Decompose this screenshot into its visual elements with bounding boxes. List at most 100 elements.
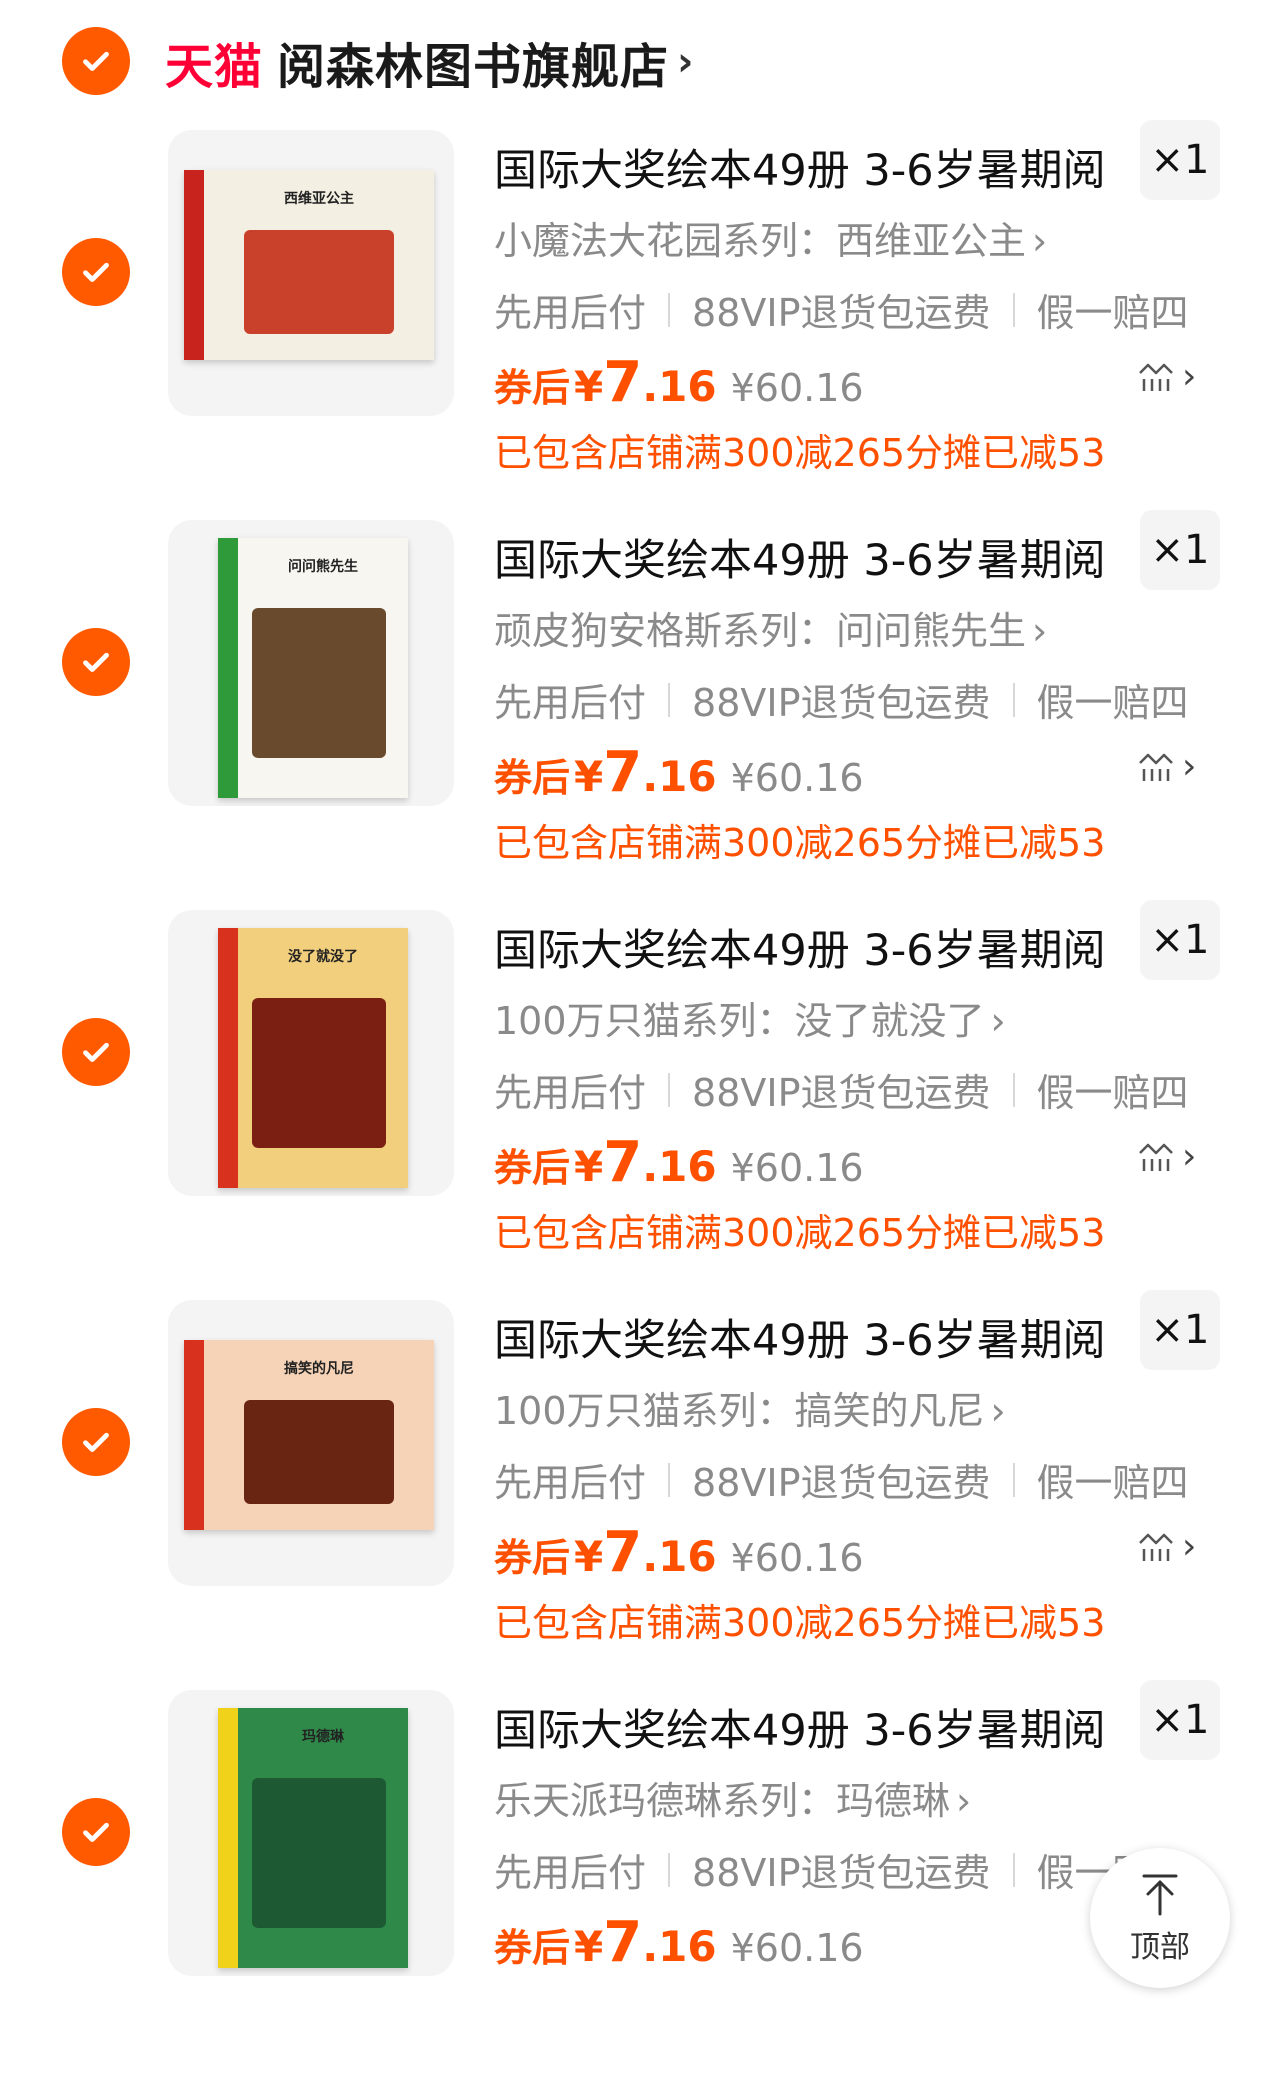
product-title[interactable]: 国际大奖绘本49册 3-6岁暑期阅 xyxy=(494,136,1106,198)
price-detail-button[interactable]: › xyxy=(1138,1526,1196,1567)
book-cover-illustration xyxy=(252,1778,386,1928)
quantity-badge[interactable]: ×1 xyxy=(1140,1290,1220,1370)
original-price: ¥60.16 xyxy=(730,1926,864,1970)
service-tags: 先用后付 88VIP退货包运费 假一赔四 xyxy=(494,1062,1189,1117)
coupon-price-label: 券后 xyxy=(494,756,571,800)
service-tag: 先用后付 xyxy=(494,681,647,725)
item-select-checkbox[interactable] xyxy=(62,1798,130,1866)
service-tags: 先用后付 88VIP退货包运费 假一赔四 xyxy=(494,1452,1189,1507)
product-thumbnail[interactable]: 玛德琳 xyxy=(168,1690,454,1976)
book-cover-title: 玛德琳 xyxy=(302,1729,344,1745)
service-tag: 假一赔四 xyxy=(1036,1461,1189,1505)
product-thumbnail[interactable]: 西维亚公主 xyxy=(168,130,454,416)
chevron-right-icon: › xyxy=(956,1779,972,1823)
book-cover-illustration xyxy=(252,608,386,758)
shop-link[interactable]: 天猫 阅森林图书旗舰店 › xyxy=(165,30,695,95)
service-tag: 88VIP退货包运费 xyxy=(692,1071,991,1115)
variant-label: 乐天派玛德琳系列：玛德琳 xyxy=(494,1779,951,1823)
quantity-badge[interactable]: ×1 xyxy=(1140,900,1220,980)
price-history-icon xyxy=(1139,1143,1173,1171)
divider xyxy=(1012,1072,1015,1107)
arrow-up-icon xyxy=(1142,1874,1178,1916)
price-integer: 7 xyxy=(603,740,643,805)
currency-symbol: ¥ xyxy=(574,1142,604,1191)
divider xyxy=(1012,682,1015,717)
promo-discount-text: 已包含店铺满300减265分摊已减53 xyxy=(494,821,1106,865)
coupon-price-label: 券后 xyxy=(494,366,571,410)
price-row: 券后 ¥ 7 .16 ¥60.16 xyxy=(494,1520,864,1590)
shop-name: 阅森林图书旗舰店 xyxy=(277,39,670,95)
price-integer: 7 xyxy=(603,350,643,415)
currency-symbol: ¥ xyxy=(574,752,604,801)
price-row: 券后 ¥ 7 .16 ¥60.16 xyxy=(494,1130,864,1200)
book-cover-title: 西维亚公主 xyxy=(284,191,354,207)
book-spine xyxy=(184,1340,204,1530)
service-tag: 先用后付 xyxy=(494,1851,647,1895)
service-tag: 先用后付 xyxy=(494,291,647,335)
service-tag: 88VIP退货包运费 xyxy=(692,681,991,725)
variant-label: 100万只猫系列：搞笑的凡尼 xyxy=(494,1389,985,1433)
product-thumbnail[interactable]: 没了就没了 xyxy=(168,910,454,1196)
price-decimal: .16 xyxy=(642,362,717,411)
service-tag: 88VIP退货包运费 xyxy=(692,1461,991,1505)
original-price: ¥60.16 xyxy=(730,1536,864,1580)
price-row: 券后 ¥ 7 .16 ¥60.16 xyxy=(494,740,864,810)
book-cover-image: 搞笑的凡尼 xyxy=(184,1340,434,1530)
quantity-badge[interactable]: ×1 xyxy=(1140,120,1220,200)
service-tag: 88VIP退货包运费 xyxy=(692,1851,991,1895)
divider xyxy=(668,292,671,327)
price-detail-button[interactable]: › xyxy=(1138,356,1196,397)
price-history-icon xyxy=(1139,753,1173,781)
chevron-right-icon: › xyxy=(990,999,1006,1043)
price-integer: 7 xyxy=(603,1910,643,1975)
chevron-right-icon: › xyxy=(1182,746,1197,787)
check-icon xyxy=(83,262,109,282)
variant-label: 顽皮狗安格斯系列：问问熊先生 xyxy=(494,609,1027,653)
divider xyxy=(668,1852,671,1887)
item-select-checkbox[interactable] xyxy=(62,1018,130,1086)
divider xyxy=(668,1072,671,1107)
price-detail-button[interactable]: › xyxy=(1138,746,1196,787)
price-decimal: .16 xyxy=(642,1922,717,1971)
back-to-top-button[interactable]: 顶部 xyxy=(1090,1848,1230,1988)
check-icon xyxy=(83,1822,109,1842)
coupon-price-label: 券后 xyxy=(494,1536,571,1580)
product-title[interactable]: 国际大奖绘本49册 3-6岁暑期阅 xyxy=(494,1306,1106,1368)
quantity-badge[interactable]: ×1 xyxy=(1140,510,1220,590)
book-cover-title: 没了就没了 xyxy=(288,949,358,965)
book-spine xyxy=(184,170,204,360)
quantity-badge[interactable]: ×1 xyxy=(1140,1680,1220,1760)
divider xyxy=(668,682,671,717)
price-decimal: .16 xyxy=(642,1142,717,1191)
variant-selector[interactable]: 100万只猫系列：没了就没了 › xyxy=(494,990,1006,1045)
product-title[interactable]: 国际大奖绘本49册 3-6岁暑期阅 xyxy=(494,526,1106,588)
currency-symbol: ¥ xyxy=(574,1922,604,1971)
variant-selector[interactable]: 乐天派玛德琳系列：玛德琳 › xyxy=(494,1770,971,1825)
product-thumbnail[interactable]: 搞笑的凡尼 xyxy=(168,1300,454,1586)
item-select-checkbox[interactable] xyxy=(62,1408,130,1476)
product-title[interactable]: 国际大奖绘本49册 3-6岁暑期阅 xyxy=(494,916,1106,978)
price-history-icon xyxy=(1139,363,1173,391)
variant-label: 小魔法大花园系列：西维亚公主 xyxy=(494,219,1027,263)
price-detail-button[interactable]: › xyxy=(1138,1136,1196,1177)
item-select-checkbox[interactable] xyxy=(62,238,130,306)
product-title[interactable]: 国际大奖绘本49册 3-6岁暑期阅 xyxy=(494,1696,1106,1758)
variant-selector[interactable]: 小魔法大花园系列：西维亚公主 › xyxy=(494,210,1047,265)
check-icon xyxy=(83,652,109,672)
divider xyxy=(1012,1462,1015,1497)
chevron-right-icon: › xyxy=(1032,219,1048,263)
chevron-right-icon: › xyxy=(1032,609,1048,653)
divider xyxy=(668,1462,671,1497)
service-tags: 先用后付 88VIP退货包运费 假一赔四 xyxy=(494,282,1189,337)
price-row: 券后 ¥ 7 .16 ¥60.16 xyxy=(494,350,864,420)
item-select-checkbox[interactable] xyxy=(62,628,130,696)
coupon-price-label: 券后 xyxy=(494,1926,571,1970)
variant-selector[interactable]: 100万只猫系列：搞笑的凡尼 › xyxy=(494,1380,1006,1435)
cart-item: 西维亚公主 国际大奖绘本49册 3-6岁暑期阅 ×1 小魔法大花园系列：西维亚公… xyxy=(0,120,1280,538)
service-tags: 先用后付 88VIP退货包运费 假一赔四 xyxy=(494,1842,1189,1897)
shop-select-checkbox[interactable] xyxy=(62,27,130,95)
product-thumbnail[interactable]: 问问熊先生 xyxy=(168,520,454,806)
cart-item: 玛德琳 国际大奖绘本49册 3-6岁暑期阅 ×1 乐天派玛德琳系列：玛德琳 › 先… xyxy=(0,1680,1280,2098)
variant-selector[interactable]: 顽皮狗安格斯系列：问问熊先生 › xyxy=(494,600,1047,655)
service-tag: 假一赔四 xyxy=(1036,681,1189,725)
